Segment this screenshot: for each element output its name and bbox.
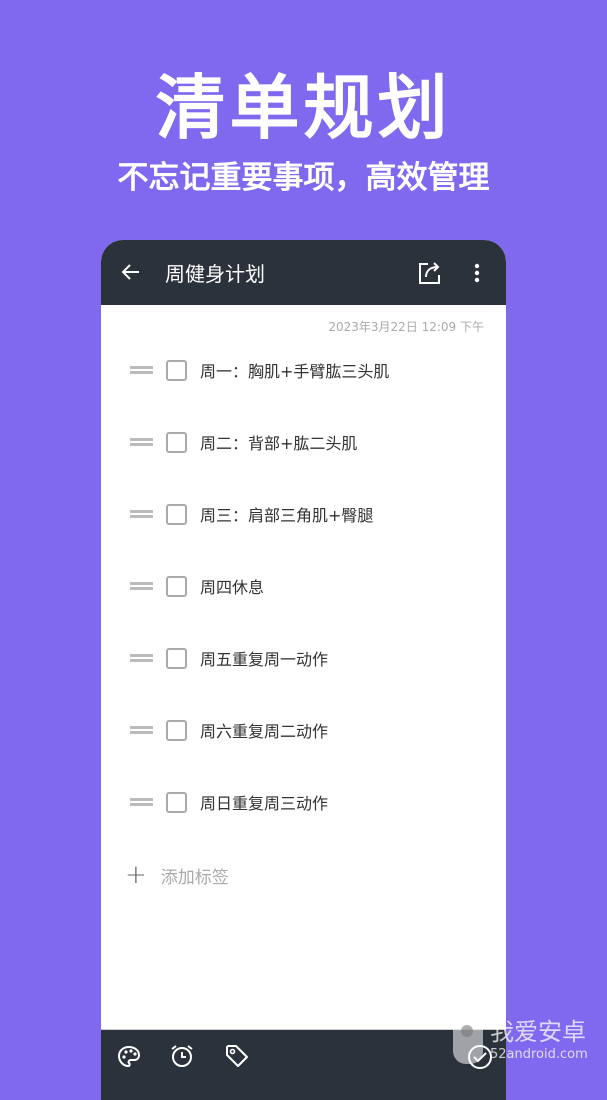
item-text[interactable]: 周日重复周三动作: [200, 790, 328, 814]
arrow-left-icon[interactable]: [119, 260, 143, 284]
checklist-item: 周六重复周二动作: [101, 715, 506, 745]
checklist-item: 周日重复周三动作: [101, 787, 506, 817]
drag-handle-icon[interactable]: [130, 438, 153, 446]
note-title[interactable]: 周健身计划: [165, 258, 265, 287]
item-text[interactable]: 周二：背部+肱二头肌: [200, 430, 357, 454]
plus-icon: +: [125, 860, 147, 890]
item-text[interactable]: 周五重复周一动作: [200, 646, 328, 670]
checkbox[interactable]: [166, 647, 187, 669]
item-text[interactable]: 周一：胸肌+手臂肱三头肌: [200, 358, 389, 382]
checklist-item: 周一：胸肌+手臂肱三头肌: [101, 355, 506, 385]
alarm-icon[interactable]: [169, 1043, 195, 1069]
drag-handle-icon[interactable]: [130, 510, 153, 518]
hero-title: 清单规划: [155, 67, 452, 149]
watermark-url: 52android.com: [490, 1047, 588, 1062]
checkbox[interactable]: [166, 719, 187, 741]
checklist-item: 周二：背部+肱二头肌: [101, 427, 506, 457]
item-text[interactable]: 周三：肩部三角肌+臀腿: [200, 502, 373, 526]
checkbox[interactable]: [166, 791, 187, 813]
palette-icon[interactable]: [116, 1044, 142, 1070]
drag-handle-icon[interactable]: [130, 366, 153, 374]
checkbox[interactable]: [166, 575, 187, 597]
drag-handle-icon[interactable]: [130, 798, 153, 806]
bottom-bar: [101, 1029, 506, 1100]
share-icon[interactable]: [417, 260, 443, 286]
watermark-name: 我爱安卓: [490, 1018, 586, 1046]
checkbox[interactable]: [166, 359, 187, 381]
note-date: 2023年3月22日 12:09 下午: [328, 320, 484, 334]
checklist-item: 周五重复周一动作: [101, 643, 506, 673]
drag-handle-icon[interactable]: [130, 582, 153, 590]
add-tag-button[interactable]: + 添加标签: [125, 860, 229, 890]
item-text[interactable]: 周六重复周二动作: [200, 718, 328, 742]
checklist-item: 周四休息: [101, 571, 506, 601]
drag-handle-icon[interactable]: [130, 654, 153, 662]
phone-screen: 周健身计划 2023年3月22日 12:09 下午 周一：胸肌+手臂肱三头肌 周…: [101, 240, 506, 1100]
checkbox[interactable]: [166, 431, 187, 453]
checklist-item: 周三：肩部三角肌+臀腿: [101, 499, 506, 529]
hero-subtitle: 不忘记重要事项，高效管理: [117, 160, 490, 196]
drag-handle-icon[interactable]: [130, 726, 153, 734]
watermark-logo-icon: [453, 1018, 483, 1064]
toolbar: 周健身计划: [101, 240, 506, 305]
watermark: 我爱安卓 52android.com: [450, 1012, 588, 1064]
checkbox[interactable]: [166, 503, 187, 525]
tag-icon[interactable]: [224, 1043, 250, 1069]
add-tag-label: 添加标签: [160, 867, 229, 888]
item-text[interactable]: 周四休息: [200, 574, 264, 598]
more-vertical-icon[interactable]: [473, 262, 481, 284]
